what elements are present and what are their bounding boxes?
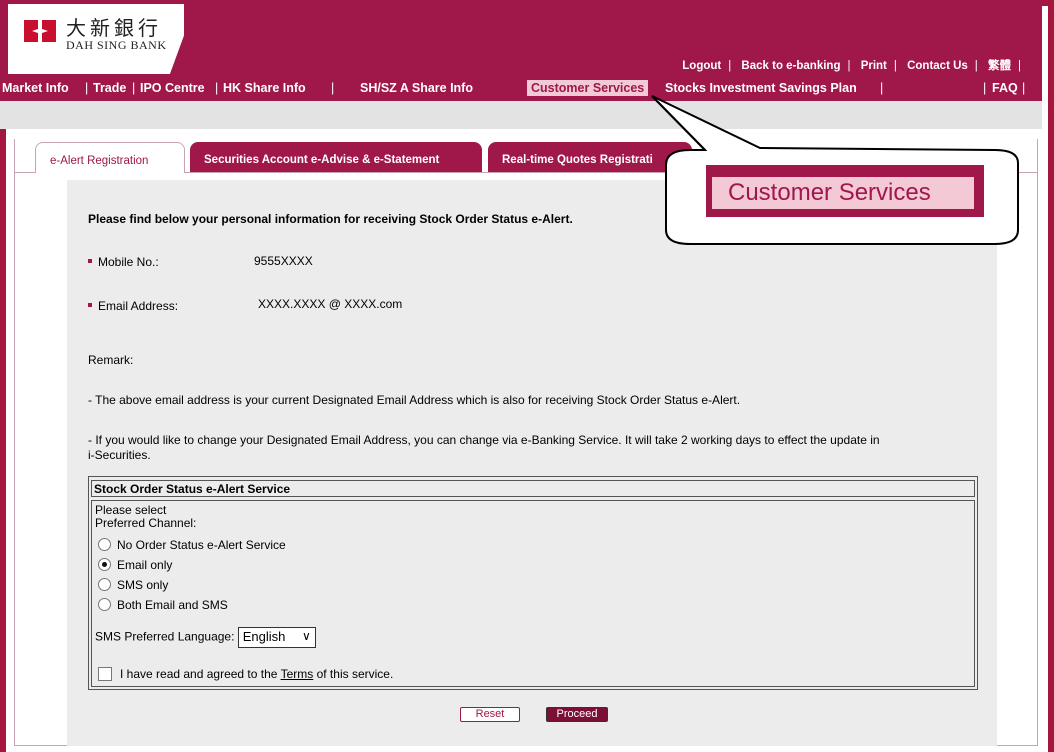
- top-links: Logout | Back to e-banking | Print | Contac…: [682, 57, 1028, 73]
- reset-button[interactable]: Reset: [460, 707, 520, 722]
- sms-language-label: SMS Preferred Language:: [95, 629, 235, 644]
- sms-language-value: English: [242, 629, 286, 644]
- bullet-icon: [88, 302, 92, 307]
- radio-button[interactable]: [98, 598, 111, 612]
- preferred-channel-label: Preferred Channel:: [95, 516, 197, 530]
- sms-language-row: SMS Preferred Language: English ∨: [95, 627, 316, 648]
- mobile-label: Mobile No.:: [88, 255, 159, 269]
- nav-sh-sz-share-info[interactable]: SH/SZ A Share Info: [360, 81, 473, 95]
- nav-trade[interactable]: Trade: [93, 81, 126, 95]
- nav-customer-services[interactable]: Customer Services: [527, 80, 649, 96]
- separator: |: [85, 81, 89, 95]
- please-select-text: Please select: [95, 503, 167, 517]
- nav-hk-share-info[interactable]: HK Share Info: [223, 81, 306, 95]
- terms-suffix: of this service.: [316, 667, 394, 681]
- separator: |: [215, 81, 219, 95]
- traditional-chinese-link[interactable]: 繁體: [988, 60, 1011, 72]
- option-no-alert[interactable]: No Order Status e-Alert Service: [98, 538, 286, 554]
- main-nav: Market Info | Trade | IPO Centre | HK Sh…: [0, 75, 1042, 101]
- logo[interactable]: 大新銀行 DAH SING BANK: [8, 4, 184, 74]
- bank-name-english: DAH SING BANK: [66, 38, 167, 52]
- option-label: SMS only: [117, 578, 169, 592]
- nav-faq[interactable]: FAQ: [992, 81, 1018, 95]
- remark-line-2a: - If you would like to change your Desig…: [88, 433, 880, 447]
- intro-text: Please find below your personal informat…: [88, 212, 573, 226]
- separator: |: [847, 60, 851, 72]
- tab-securities-eadvise[interactable]: Securities Account e-Advise & e-Statemen…: [190, 142, 482, 172]
- service-box: Stock Order Status e-Alert Service Pleas…: [88, 476, 978, 690]
- option-both[interactable]: Both Email and SMS: [98, 598, 228, 614]
- contact-us-link[interactable]: Contact Us: [907, 60, 968, 72]
- email-label-text: Email Address:: [98, 299, 179, 313]
- logout-link[interactable]: Logout: [682, 60, 721, 72]
- separator: |: [132, 81, 136, 95]
- email-value: XXXX.XXXX @ XXXX.com: [258, 297, 403, 311]
- callout-zoom-label: Customer Services: [706, 165, 984, 217]
- sms-language-select[interactable]: English ∨: [237, 627, 316, 648]
- bank-logo-icon: [24, 20, 56, 42]
- separator: |: [983, 81, 987, 95]
- email-label: Email Address:: [88, 299, 178, 313]
- callout-text: Customer Services: [712, 177, 974, 209]
- separator: |: [880, 81, 884, 95]
- nav-ipo-centre[interactable]: IPO Centre: [140, 81, 205, 95]
- site-header: 大新銀行 DAH SING BANK Logout | Back to e-ban…: [0, 0, 1042, 75]
- print-link[interactable]: Print: [861, 60, 887, 72]
- separator: |: [893, 60, 897, 72]
- remark-line-2b: i-Securities.: [88, 448, 151, 462]
- mobile-label-text: Mobile No.:: [98, 255, 159, 269]
- terms-checkbox[interactable]: [98, 666, 112, 681]
- option-label: No Order Status e-Alert Service: [117, 538, 286, 552]
- terms-link[interactable]: Terms: [281, 667, 314, 681]
- terms-row: I have read and agreed to the Terms of t…: [98, 666, 394, 682]
- nav-market-info[interactable]: Market Info: [2, 81, 69, 95]
- radio-button[interactable]: [98, 578, 111, 592]
- option-label: Both Email and SMS: [117, 598, 228, 612]
- back-to-ebanking-link[interactable]: Back to e-banking: [741, 60, 840, 72]
- option-label: Email only: [117, 558, 173, 572]
- remark-heading: Remark:: [88, 353, 134, 367]
- remark-line-1: - The above email address is your curren…: [88, 393, 741, 407]
- proceed-button[interactable]: Proceed: [546, 707, 608, 722]
- tab-ealert-registration[interactable]: e-Alert Registration: [35, 142, 185, 173]
- separator: |: [331, 81, 335, 95]
- separator: |: [974, 60, 978, 72]
- terms-prefix: I have read and agreed to the: [120, 667, 278, 681]
- option-sms-only[interactable]: SMS only: [98, 578, 168, 594]
- radio-button-selected[interactable]: [98, 558, 111, 572]
- service-heading: Stock Order Status e-Alert Service: [91, 480, 975, 497]
- separator: |: [1018, 60, 1021, 72]
- nav-stocks-investment-savings-plan[interactable]: Stocks Investment Savings Plan: [665, 81, 857, 95]
- chevron-down-icon: ∨: [301, 629, 311, 643]
- mobile-value: 9555XXXX: [254, 254, 313, 268]
- sub-nav-bar: [0, 101, 1042, 129]
- tab-realtime-quotes[interactable]: Real-time Quotes Registrati: [488, 142, 692, 172]
- separator: |: [728, 60, 732, 72]
- bullet-icon: [88, 258, 92, 263]
- separator: |: [1022, 81, 1026, 95]
- radio-button[interactable]: [98, 538, 111, 552]
- bank-name-chinese: 大新銀行: [66, 16, 162, 40]
- option-email-only[interactable]: Email only: [98, 558, 172, 574]
- service-body: Please select Preferred Channel: No Orde…: [91, 500, 975, 687]
